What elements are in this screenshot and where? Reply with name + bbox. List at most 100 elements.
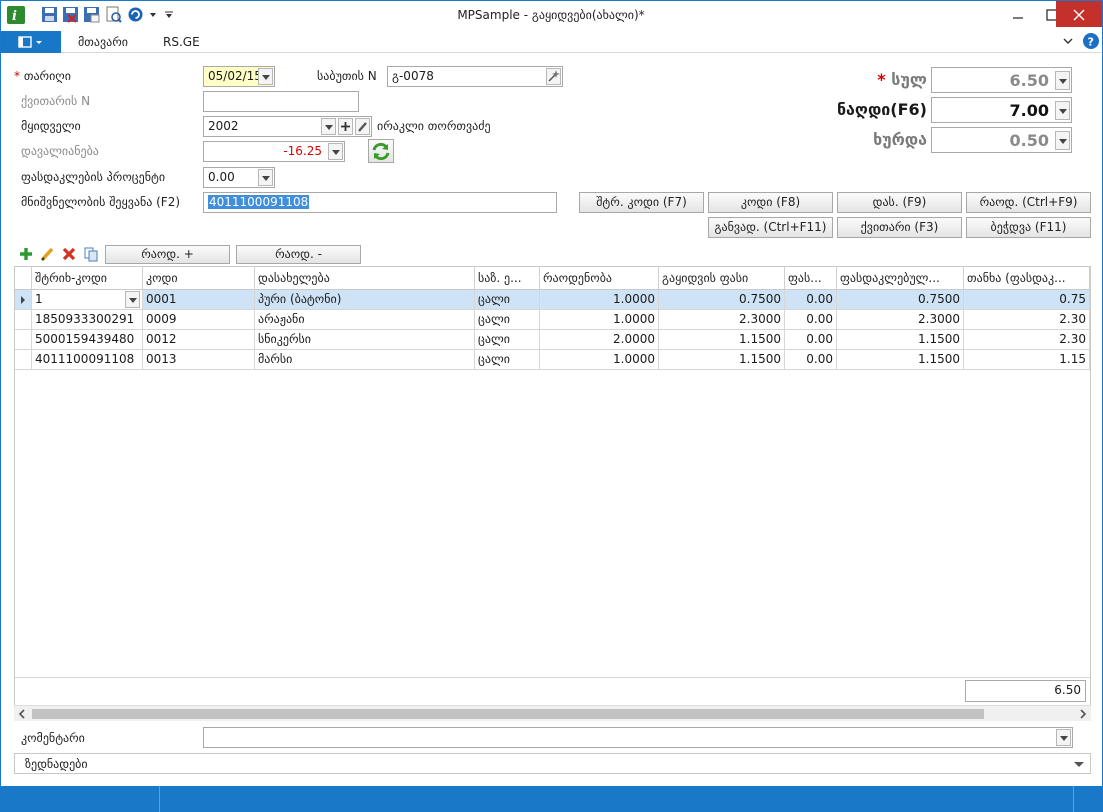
cell-name[interactable]: არაჟანი [255,310,475,330]
invoice-no-field[interactable] [203,91,359,112]
waybill-panel[interactable]: ზედნადები [14,753,1091,774]
cell-discount[interactable]: 0.00 [785,290,837,310]
app-menu-button[interactable] [1,31,61,53]
customize-toolbar-icon[interactable] [164,9,174,26]
cell-price[interactable]: 1.1500 [659,330,785,350]
cell-amount[interactable]: 0.75 [964,290,1090,310]
discount-pct-field[interactable]: 0.00 [203,167,275,188]
edit-icon[interactable] [355,118,370,135]
col-name[interactable]: დასახელება [255,267,475,290]
sum-dropdown-icon[interactable] [1055,71,1070,90]
cell-name[interactable]: პური (ბატონი) [255,290,475,310]
comment-field[interactable] [203,727,1073,748]
discount-dropdown-icon[interactable] [258,169,273,186]
cell-quantity[interactable]: 2.0000 [540,330,659,350]
save-icon[interactable] [41,6,58,23]
cell-unit[interactable]: ცალი [475,350,540,370]
cell-price[interactable]: 1.1500 [659,350,785,370]
cell-barcode[interactable]: 4011100091108 [32,350,143,370]
cell-discounted-price[interactable]: 0.7500 [837,290,964,310]
col-discounted-price[interactable]: ფასდაკლებულ... [837,267,964,290]
cell-price[interactable]: 2.3000 [659,310,785,330]
cash-field[interactable]: 7.00 [931,97,1072,123]
cell-quantity[interactable]: 1.0000 [540,290,659,310]
cell-unit[interactable]: ცალი [475,290,540,310]
change-dropdown-icon[interactable] [1055,131,1070,150]
table-row[interactable]: 1850933300291 0009 არაჟანი ცალი 1.0000 2… [15,310,1090,330]
wand-icon[interactable] [546,68,561,85]
cell-amount[interactable]: 1.15 [964,350,1090,370]
date-dropdown-icon[interactable] [258,68,273,85]
col-quantity[interactable]: რაოდენობა [540,267,659,290]
sum-field[interactable]: 6.50 [931,67,1072,93]
sync-debt-button[interactable] [368,139,394,163]
buyer-field[interactable]: 2002 [203,116,372,137]
sales-grid[interactable]: შტრიხ-კოდი კოდი დასახელება საზ. ე... რაო… [14,266,1091,721]
chevron-down-icon[interactable] [148,9,158,26]
cell-barcode[interactable]: 1850933300291 [32,310,143,330]
cash-dropdown-icon[interactable] [1055,101,1070,120]
col-amount[interactable]: თანხა (ფასდაკ... [964,267,1090,290]
cell-barcode[interactable]: 5000159439480 [32,330,143,350]
expand-panel-icon[interactable] [1073,759,1085,773]
col-barcode[interactable]: შტრიხ-კოდი [32,267,143,290]
table-row[interactable]: 1 0001 პური (ბატონი) ცალი 1.0000 0.7500 … [15,290,1090,310]
cell-unit[interactable]: ცალი [475,330,540,350]
cell-discount[interactable]: 0.00 [785,350,837,370]
cell-amount[interactable]: 2.30 [964,330,1090,350]
save-new-icon[interactable] [83,6,100,23]
print-preview-icon[interactable] [105,6,122,23]
scroll-right-icon[interactable] [1078,708,1088,723]
help-icon[interactable]: ? [1083,33,1099,49]
value-entry-input[interactable]: 4011100091108 [203,192,557,213]
code-button[interactable]: კოდი (F8) [708,192,833,213]
quantity-button[interactable]: რაოდ. (Ctrl+F9) [966,192,1091,213]
cell-code[interactable]: 0009 [143,310,255,330]
refresh-icon[interactable] [127,6,144,23]
print-button[interactable]: ბეჭდვა (F11) [966,217,1091,238]
close-button[interactable] [1056,1,1102,27]
add-icon[interactable] [338,118,353,135]
cell-discount[interactable]: 0.00 [785,330,837,350]
scroll-left-icon[interactable] [17,708,27,723]
save-close-icon[interactable] [62,6,79,23]
cell-amount[interactable]: 2.30 [964,310,1090,330]
table-row[interactable]: 5000159439480 0012 სნიკერსი ცალი 2.0000 … [15,330,1090,350]
receipt-button[interactable]: ქვითარი (F3) [837,217,962,238]
minimize-button[interactable] [1001,1,1035,27]
add-row-icon[interactable] [18,246,34,265]
copy-row-icon[interactable] [83,246,99,265]
cell-barcode[interactable]: 1 [32,290,143,310]
cell-discounted-price[interactable]: 2.3000 [837,310,964,330]
cell-code[interactable]: 0012 [143,330,255,350]
doc-no-field[interactable]: გ-0078 [387,66,563,87]
horizontal-scrollbar[interactable] [14,705,1091,721]
cell-quantity[interactable]: 1.0000 [540,310,659,330]
installment-button[interactable]: განვად. (Ctrl+F11) [708,217,833,238]
cell-discounted-price[interactable]: 1.1500 [837,330,964,350]
cell-discounted-price[interactable]: 1.1500 [837,350,964,370]
col-unit[interactable]: საზ. ე... [475,267,540,290]
cell-code[interactable]: 0013 [143,350,255,370]
col-price[interactable]: გაყიდვის ფასი [659,267,785,290]
table-row[interactable]: 4011100091108 0013 მარსი ცალი 1.0000 1.1… [15,350,1090,370]
delete-row-icon[interactable] [61,246,77,265]
date-field[interactable]: 05/02/15 [203,66,275,87]
cell-quantity[interactable]: 1.0000 [540,350,659,370]
scrollbar-thumb[interactable] [32,709,984,719]
col-discount[interactable]: ფას... [785,267,837,290]
edit-row-icon[interactable] [39,246,55,265]
comment-dropdown-icon[interactable] [1056,729,1071,746]
cell-name[interactable]: სნიკერსი [255,330,475,350]
cell-discount[interactable]: 0.00 [785,310,837,330]
collapse-ribbon-icon[interactable] [1063,36,1073,50]
buyer-dropdown-icon[interactable] [321,118,336,135]
cell-unit[interactable]: ცალი [475,310,540,330]
debt-field[interactable]: -16.25 [203,141,345,162]
qty-minus-button[interactable]: რაოდ. - [236,245,361,264]
name-search-button[interactable]: დას. (F9) [837,192,962,213]
tab-rsge[interactable]: RS.GE [163,35,200,49]
barcode-button[interactable]: შტრ. კოდი (F7) [579,192,704,213]
debt-dropdown-icon[interactable] [328,143,343,160]
cell-code[interactable]: 0001 [143,290,255,310]
